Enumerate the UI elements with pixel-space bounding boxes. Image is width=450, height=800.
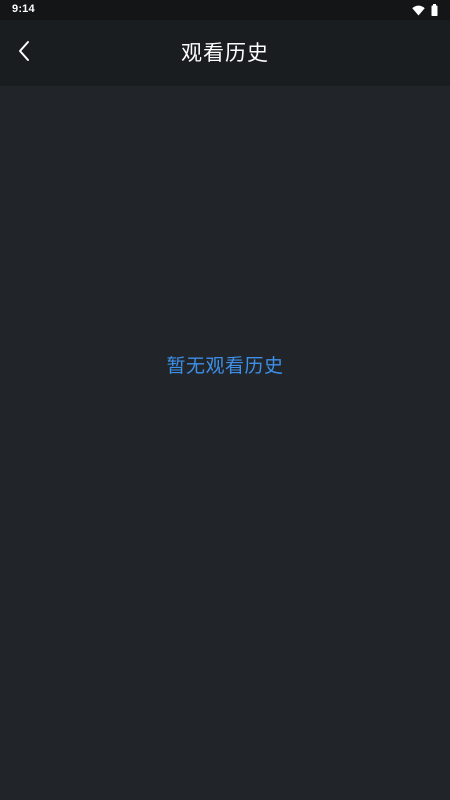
status-time: 9:14 — [12, 3, 35, 15]
battery-icon — [431, 1, 438, 20]
wifi-icon — [412, 1, 425, 20]
watch-history-content: 暂无观看历史 — [0, 86, 450, 800]
empty-state-message: 暂无观看历史 — [166, 355, 284, 377]
screen: 9:14 观看历史 暂无观看历史 — [0, 0, 450, 800]
back-button[interactable] — [8, 37, 40, 69]
status-icons — [412, 3, 438, 16]
chevron-left-icon — [17, 40, 31, 66]
status-bar: 9:14 — [0, 0, 450, 20]
page-title: 观看历史 — [181, 41, 269, 65]
app-bar: 观看历史 — [0, 20, 450, 86]
